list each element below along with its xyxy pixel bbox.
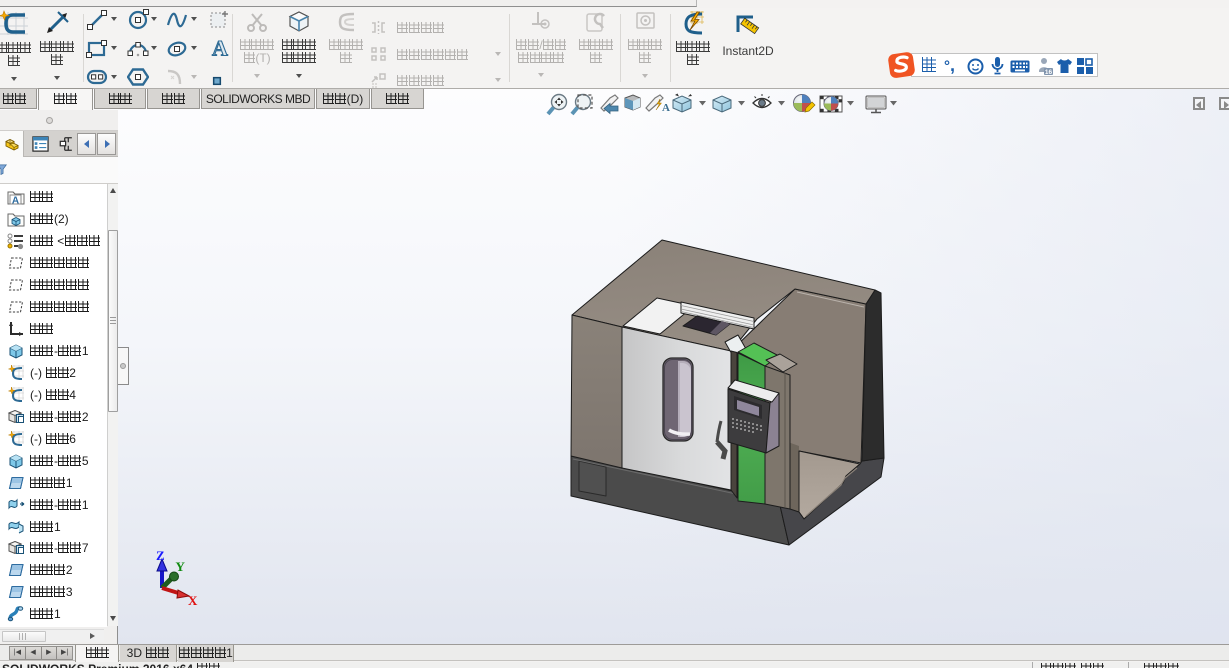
svg-text:Y: Y — [176, 559, 186, 574]
svg-text:X: X — [188, 593, 198, 608]
svg-text:Z: Z — [156, 549, 165, 563]
svg-text:16: 16 — [1045, 69, 1053, 76]
svg-text:A: A — [12, 196, 19, 207]
svg-text:A: A — [212, 37, 228, 59]
